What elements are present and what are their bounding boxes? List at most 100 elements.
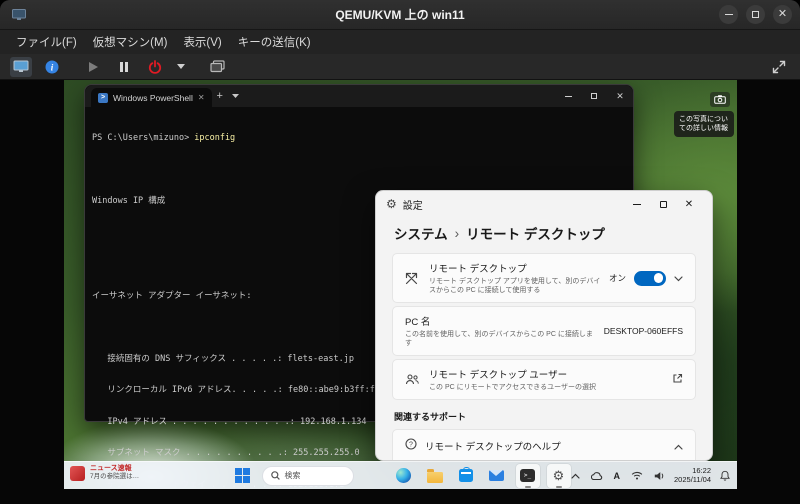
virt-manager-window: QEMU/KVM 上の win11 ✕ ファイル(F) 仮想マシン(M) 表示(… [0, 0, 800, 504]
windows-desktop[interactable]: この写真についての詳しい情報 > Windows PowerShell ✕ + [64, 80, 737, 489]
settings-app-title: 設定 [402, 200, 423, 212]
edge-button[interactable] [392, 464, 416, 488]
mail-button[interactable] [485, 464, 509, 488]
vm-window-icon [12, 8, 26, 21]
users-description: この PC にリモートでアクセスできるユーザーの選択 [429, 384, 596, 391]
settings-gear-icon: ⚙ [386, 197, 397, 211]
terminal-minimize-button[interactable] [555, 85, 581, 107]
search-box[interactable]: 検索 [261, 465, 354, 486]
file-explorer-button[interactable] [423, 464, 447, 488]
vmm-titlebar[interactable]: QEMU/KVM 上の win11 ✕ [0, 0, 800, 30]
clock-date: 2025/11/04 [674, 474, 711, 484]
pc-name-card[interactable]: PC 名 この名前を使用して、別のデバイスからこの PC に接続します DESK… [392, 306, 696, 356]
settings-maximize-button[interactable] [650, 194, 676, 214]
tab-close-icon[interactable]: ✕ [198, 93, 205, 102]
terminal-close-button[interactable]: ✕ [607, 85, 633, 107]
store-button[interactable] [454, 464, 478, 488]
settings-titlebar[interactable]: ⚙ 設定 ✕ [376, 191, 712, 217]
breadcrumb-system[interactable]: システム [394, 223, 448, 243]
spotlight-camera-icon[interactable] [710, 92, 730, 107]
tray-chevron-up-icon[interactable] [569, 471, 582, 481]
terminal-maximize-button[interactable] [581, 85, 607, 107]
taskbar: ニュース速報 7月の参院選は… 検索 >_ ⚙ A 16:22 2025/11/… [64, 461, 737, 489]
settings-close-button[interactable]: ✕ [676, 194, 702, 214]
vmm-toolbar: i [0, 54, 800, 80]
breadcrumb: システム › リモート デスクトップ [392, 219, 696, 253]
menu-virtual-machine[interactable]: 仮想マシン(M) [85, 30, 176, 54]
shutdown-menu-chevron[interactable] [175, 57, 187, 77]
show-details-button[interactable]: i [41, 57, 63, 77]
external-link-icon[interactable] [672, 371, 683, 389]
start-button[interactable] [231, 464, 255, 488]
help-title: リモート デスクトップのヘルプ [425, 441, 561, 453]
terminal-icon: >_ [520, 469, 535, 482]
gear-icon: ⚙ [552, 468, 565, 483]
pc-name-value: DESKTOP-060EFFS [603, 326, 683, 336]
news-icon [70, 465, 85, 481]
remote-desktop-users-card[interactable]: リモート デスクトップ ユーザー この PC にリモートでアクセスできるユーザー… [392, 359, 696, 400]
taskbar-clock[interactable]: 16:22 2025/11/04 [674, 466, 711, 484]
widget-subheadline: 7月の参院選は… [90, 473, 140, 480]
run-button[interactable] [82, 57, 104, 77]
search-icon [270, 467, 280, 485]
maximize-button[interactable] [746, 5, 765, 24]
copilot-icon [365, 468, 380, 483]
settings-window: ⚙ 設定 ✕ システム › リモート デスクトップ リモート デスクトップ リモ… [375, 190, 713, 461]
tab-dropdown-button[interactable] [228, 85, 243, 107]
shutdown-button[interactable] [144, 57, 166, 77]
remote-desktop-title: リモート デスクトップ [429, 264, 527, 275]
ime-indicator[interactable]: A [612, 469, 623, 483]
window-title: QEMU/KVM 上の win11 [335, 8, 465, 22]
spotlight-tooltip: この写真についての詳しい情報 [674, 111, 734, 137]
vmm-menubar: ファイル(F) 仮想マシン(M) 表示(V) キーの送信(K) [0, 30, 800, 54]
pc-name-title: PC 名 [405, 317, 431, 328]
fullscreen-button[interactable] [768, 57, 790, 77]
pause-button[interactable] [113, 57, 135, 77]
folder-icon [426, 469, 443, 483]
page-title: リモート デスクトップ [466, 227, 605, 242]
close-button[interactable]: ✕ [773, 5, 792, 24]
edge-icon [396, 468, 411, 483]
powershell-titlebar[interactable]: > Windows PowerShell ✕ + ✕ [85, 85, 633, 107]
store-icon [458, 466, 473, 482]
vm-display-letterbox: この写真についての詳しい情報 > Windows PowerShell ✕ + [0, 80, 800, 504]
wifi-icon[interactable] [629, 469, 645, 482]
help-expander[interactable]: ? リモート デスクトップのヘルプ [393, 430, 695, 460]
help-card: ? リモート デスクトップのヘルプ PC へのリモート接続 [392, 429, 696, 460]
remote-desktop-icon [405, 272, 429, 285]
snapshots-button[interactable] [206, 57, 228, 77]
svg-text:?: ? [409, 442, 413, 449]
notification-bell-icon[interactable] [718, 468, 732, 483]
remote-desktop-toggle[interactable] [634, 270, 666, 286]
windows-logo-icon [234, 467, 251, 484]
show-console-button[interactable] [10, 56, 32, 77]
remote-desktop-card[interactable]: リモート デスクトップ リモート デスクトップ アプリを使用して、別のデバイスか… [392, 253, 696, 303]
minimize-button[interactable] [719, 5, 738, 24]
terminal-button[interactable]: >_ [515, 463, 540, 488]
users-title: リモート デスクトップ ユーザー [429, 370, 568, 381]
breadcrumb-separator: › [454, 225, 460, 241]
new-tab-button[interactable]: + [212, 85, 228, 107]
chevron-down-icon[interactable] [674, 269, 683, 287]
copilot-button[interactable] [361, 464, 385, 488]
toggle-state-label: オン [608, 273, 626, 283]
menu-view[interactable]: 表示(V) [175, 30, 229, 54]
console-line: PS C:\Users\mizuno> ipconfig [92, 133, 236, 143]
menu-send-key[interactable]: キーの送信(K) [230, 30, 319, 54]
related-support-header: 関連するサポート [394, 412, 467, 422]
menu-file[interactable]: ファイル(F) [8, 30, 85, 54]
pc-name-description: この名前を使用して、別のデバイスからこの PC に接続します [405, 331, 593, 347]
settings-minimize-button[interactable] [624, 194, 650, 214]
users-icon [405, 374, 429, 385]
onedrive-icon[interactable] [589, 470, 605, 482]
settings-button[interactable]: ⚙ [546, 463, 571, 488]
widgets-button[interactable]: ニュース速報 7月の参院選は… [70, 465, 139, 481]
powershell-tab[interactable]: > Windows PowerShell ✕ [91, 88, 212, 107]
help-icon: ? [405, 438, 417, 453]
chevron-up-icon[interactable] [674, 438, 683, 453]
search-label: 検索 [284, 471, 301, 480]
tab-title: Windows PowerShell [113, 92, 193, 103]
volume-icon[interactable] [652, 469, 667, 483]
mail-icon [489, 469, 504, 482]
powershell-icon: > [98, 92, 108, 103]
